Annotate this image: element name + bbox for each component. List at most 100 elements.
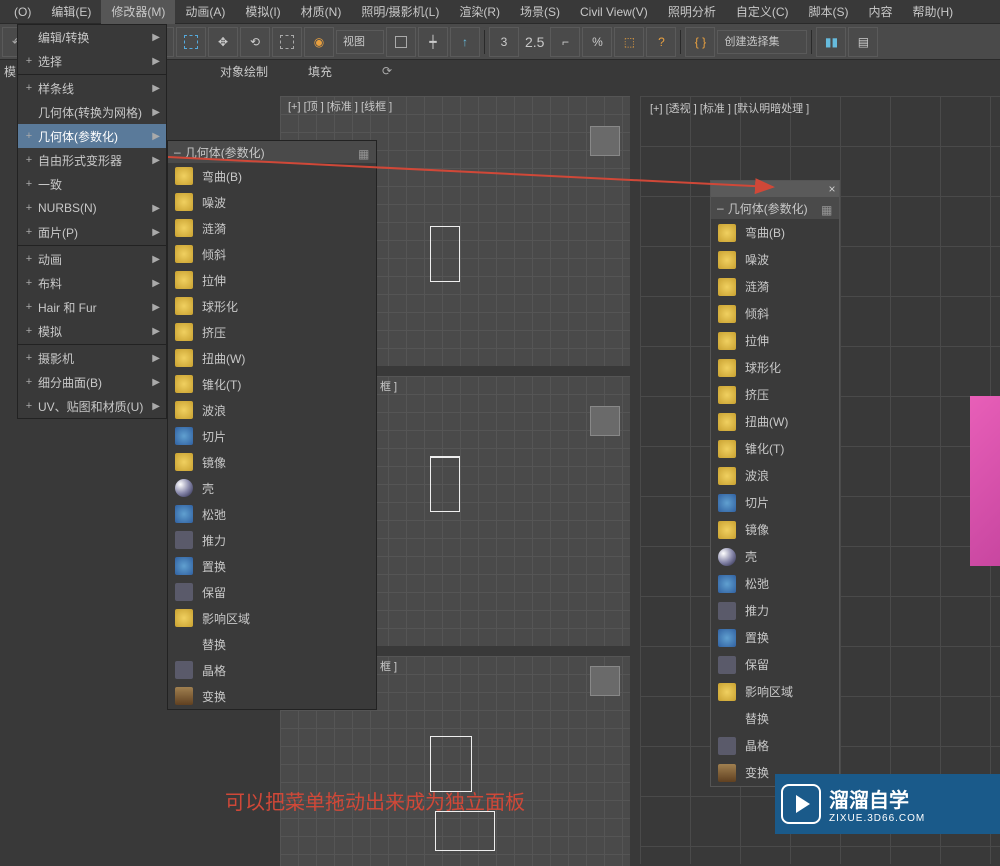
tool-marquee2[interactable] bbox=[176, 27, 206, 57]
tool-scale[interactable] bbox=[272, 27, 302, 57]
submenu-item-3[interactable]: 倾斜 bbox=[168, 241, 376, 267]
submenu-item-20[interactable]: 变换 bbox=[168, 683, 376, 709]
menubar-item-14[interactable]: 帮助(H) bbox=[903, 0, 964, 24]
menubar-item-1[interactable]: 编辑(E) bbox=[41, 0, 101, 24]
vp-bot-label[interactable]: 框 ] bbox=[380, 658, 397, 674]
dropdown-item-3[interactable]: +样条线▶ bbox=[18, 76, 166, 100]
tearoff-item-1[interactable]: 噪波 bbox=[711, 246, 839, 273]
refresh-icon[interactable]: ⟳ bbox=[382, 64, 392, 78]
tool-link[interactable]: ◉ bbox=[304, 27, 334, 57]
pink-object[interactable] bbox=[970, 396, 1000, 566]
dropdown-item-8[interactable]: +NURBS(N)▶ bbox=[18, 196, 166, 220]
tool-c[interactable]: ↑ bbox=[450, 27, 480, 57]
tearoff-item-17[interactable]: 影响区域 bbox=[711, 678, 839, 705]
menubar-item-9[interactable]: Civil View(V) bbox=[570, 1, 658, 23]
dropdown-item-9[interactable]: +面片(P)▶ bbox=[18, 220, 166, 244]
tearoff-item-16[interactable]: 保留 bbox=[711, 651, 839, 678]
dropdown-item-1[interactable]: +选择▶ bbox=[18, 49, 166, 73]
tearoff-item-0[interactable]: 弯曲(B) bbox=[711, 219, 839, 246]
menubar-item-4[interactable]: 模拟(I) bbox=[235, 0, 290, 24]
dropdown-item-4[interactable]: 几何体(转换为网格)▶ bbox=[18, 100, 166, 124]
tearoff-item-13[interactable]: 松弛 bbox=[711, 570, 839, 597]
dropdown-item-13[interactable]: +Hair 和 Fur▶ bbox=[18, 295, 166, 319]
submenu-item-17[interactable]: 影响区域 bbox=[168, 605, 376, 631]
menubar-item-8[interactable]: 场景(S) bbox=[510, 0, 570, 24]
menubar-item-2[interactable]: 修改器(M) bbox=[101, 0, 175, 24]
view-dropdown[interactable]: 视图 bbox=[336, 30, 384, 54]
tearoff-titlebar[interactable]: × bbox=[711, 181, 839, 197]
submenu-item-5[interactable]: 球形化 bbox=[168, 293, 376, 319]
vp-mid-label[interactable]: 框 ] bbox=[380, 378, 397, 394]
submenu-item-19[interactable]: 晶格 bbox=[168, 657, 376, 683]
submenu-item-10[interactable]: 切片 bbox=[168, 423, 376, 449]
menubar-item-11[interactable]: 自定义(C) bbox=[726, 0, 799, 24]
menubar-item-0[interactable]: (O) bbox=[4, 1, 41, 23]
submenu-item-16[interactable]: 保留 bbox=[168, 579, 376, 605]
tool-move[interactable]: ✥ bbox=[208, 27, 238, 57]
submenu-item-0[interactable]: 弯曲(B) bbox=[168, 163, 376, 189]
tool-f[interactable]: ? bbox=[646, 27, 676, 57]
dropdown-item-6[interactable]: +自由形式变形器▶ bbox=[18, 148, 166, 172]
menubar-item-3[interactable]: 动画(A) bbox=[175, 0, 235, 24]
selset-dropdown[interactable]: 创建选择集 bbox=[717, 30, 807, 54]
submenu-item-18[interactable]: 替换 bbox=[168, 631, 376, 657]
tearoff-item-7[interactable]: 扭曲(W) bbox=[711, 408, 839, 435]
submenu-item-4[interactable]: 拉伸 bbox=[168, 267, 376, 293]
dropdown-item-14[interactable]: +模拟▶ bbox=[18, 319, 166, 343]
submenu-item-14[interactable]: 推力 bbox=[168, 527, 376, 553]
submenu-item-9[interactable]: 波浪 bbox=[168, 397, 376, 423]
tool-g[interactable]: ▤ bbox=[848, 27, 878, 57]
tool-snap1[interactable]: 3 bbox=[489, 27, 519, 57]
tearoff-item-10[interactable]: 切片 bbox=[711, 489, 839, 516]
tearoff-item-12[interactable]: 壳 bbox=[711, 543, 839, 570]
tool-d[interactable]: % bbox=[582, 27, 612, 57]
tearoff-item-5[interactable]: 球形化 bbox=[711, 354, 839, 381]
submenu-item-13[interactable]: 松弛 bbox=[168, 501, 376, 527]
grid-icon[interactable]: ▦ bbox=[358, 147, 370, 157]
menubar-item-7[interactable]: 渲染(R) bbox=[449, 0, 510, 24]
dropdown-item-17[interactable]: +细分曲面(B)▶ bbox=[18, 370, 166, 394]
tearoff-item-15[interactable]: 置换 bbox=[711, 624, 839, 651]
submenu-item-15[interactable]: 置换 bbox=[168, 553, 376, 579]
tool-angle[interactable]: ⌐ bbox=[550, 27, 580, 57]
submenu-item-7[interactable]: 扭曲(W) bbox=[168, 345, 376, 371]
menubar-item-5[interactable]: 材质(N) bbox=[291, 0, 352, 24]
submenu-item-12[interactable]: 壳 bbox=[168, 475, 376, 501]
submenu-item-6[interactable]: 挤压 bbox=[168, 319, 376, 345]
dropdown-item-0[interactable]: 编辑/转换▶ bbox=[18, 25, 166, 49]
tool-brace[interactable]: { } bbox=[685, 27, 715, 57]
submenu-item-1[interactable]: 噪波 bbox=[168, 189, 376, 215]
grid-icon[interactable]: ▦ bbox=[821, 203, 833, 213]
tool-mirror[interactable]: ▮▮ bbox=[816, 27, 846, 57]
vp-top-label[interactable]: [+] [顶 ] [标准 ] [线框 ] bbox=[288, 98, 392, 114]
tearoff-item-6[interactable]: 挤压 bbox=[711, 381, 839, 408]
tearoff-item-3[interactable]: 倾斜 bbox=[711, 300, 839, 327]
menubar-item-13[interactable]: 内容 bbox=[859, 0, 903, 24]
tool-a[interactable] bbox=[386, 27, 416, 57]
tool-b[interactable]: ┿ bbox=[418, 27, 448, 57]
tearoff-item-4[interactable]: 拉伸 bbox=[711, 327, 839, 354]
tool-e[interactable]: ⬚ bbox=[614, 27, 644, 57]
dropdown-item-12[interactable]: +布料▶ bbox=[18, 271, 166, 295]
submenu-item-2[interactable]: 涟漪 bbox=[168, 215, 376, 241]
close-icon[interactable]: × bbox=[825, 182, 839, 196]
tearoff-item-11[interactable]: 镜像 bbox=[711, 516, 839, 543]
tearoff-title[interactable]: – 几何体(参数化) ▦ bbox=[711, 197, 839, 219]
tearoff-item-14[interactable]: 推力 bbox=[711, 597, 839, 624]
dropdown-item-5[interactable]: +几何体(参数化)▶ bbox=[18, 124, 166, 148]
tearoff-item-19[interactable]: 晶格 bbox=[711, 732, 839, 759]
dropdown-item-16[interactable]: +摄影机▶ bbox=[18, 346, 166, 370]
dropdown-item-18[interactable]: +UV、贴图和材质(U)▶ bbox=[18, 394, 166, 418]
sec-item-1[interactable]: 对象绘制 bbox=[200, 61, 288, 82]
menubar-item-12[interactable]: 脚本(S) bbox=[799, 0, 859, 24]
tearoff-item-8[interactable]: 锥化(T) bbox=[711, 435, 839, 462]
menubar-item-10[interactable]: 照明分析 bbox=[658, 0, 726, 24]
tool-rotate[interactable]: ⟲ bbox=[240, 27, 270, 57]
submenu-item-11[interactable]: 镜像 bbox=[168, 449, 376, 475]
dropdown-item-7[interactable]: +一致 bbox=[18, 172, 166, 196]
tearoff-item-2[interactable]: 涟漪 bbox=[711, 273, 839, 300]
tearoff-item-9[interactable]: 波浪 bbox=[711, 462, 839, 489]
tearoff-item-18[interactable]: 替换 bbox=[711, 705, 839, 732]
vp-persp-label[interactable]: [+] [透视 ] [标准 ] [默认明暗处理 ] bbox=[650, 100, 809, 116]
sec-item-2[interactable]: 填充 bbox=[288, 61, 352, 82]
